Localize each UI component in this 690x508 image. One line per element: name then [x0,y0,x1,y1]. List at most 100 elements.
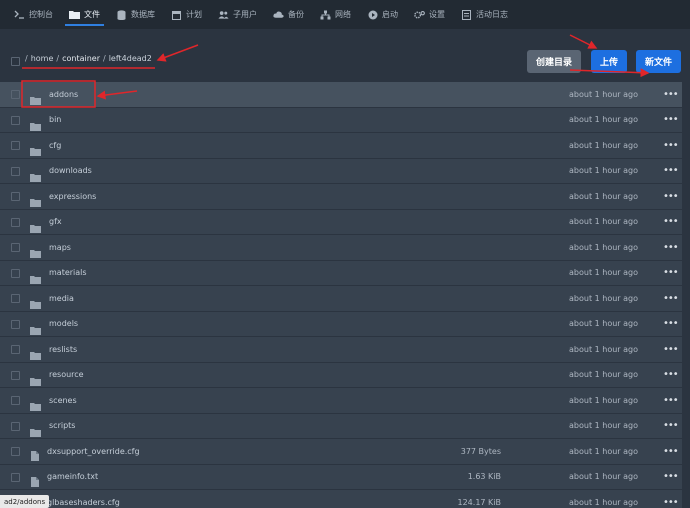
folder-icon [30,141,41,156]
file-name[interactable]: scenes [49,396,77,405]
file-row[interactable]: reslists about 1 hour ago ••• [0,337,682,363]
row-checkbox[interactable] [11,294,20,303]
more-options-icon[interactable]: ••• [663,471,679,482]
row-checkbox[interactable] [11,192,20,201]
more-options-icon[interactable]: ••• [663,140,679,151]
file-size: 1.63 KiB [467,472,501,482]
file-size: 377 Bytes [460,446,501,456]
file-name[interactable]: materials [49,268,87,277]
create-directory-button[interactable]: 创建目录 [527,50,581,73]
file-name[interactable]: expressions [49,192,96,201]
row-checkbox[interactable] [11,447,20,456]
tab-label: 控制台 [29,10,53,19]
row-checkbox[interactable] [11,268,20,278]
file-name[interactable]: dxsupport_override.cfg [47,447,140,456]
file-name[interactable]: scripts [49,421,75,430]
row-checkbox[interactable] [11,115,20,125]
file-row[interactable]: addons about 1 hour ago ••• [0,82,682,108]
breadcrumb-container[interactable]: container [62,54,100,63]
file-name[interactable]: cfg [49,141,61,150]
tab-database[interactable]: 数据库 [108,0,163,29]
new-file-button[interactable]: 新文件 [636,50,681,73]
row-checkbox[interactable] [11,421,20,431]
breadcrumb-sep: / [25,54,28,63]
more-options-icon[interactable]: ••• [663,446,679,457]
more-options-icon[interactable]: ••• [663,318,679,329]
row-checkbox[interactable] [11,319,20,329]
more-options-icon[interactable]: ••• [663,242,679,253]
file-row[interactable]: gameinfo.txt 1.63 KiB about 1 hour ago ••• [0,464,682,490]
file-row[interactable]: scripts about 1 hour ago ••• [0,413,682,439]
top-nav: 控制台 文件 数据库 计划 子用户 备份 网络 启动 设置 活动日志 [0,0,690,29]
file-modified: about 1 hour ago [569,89,638,99]
tab-gears[interactable]: 设置 [406,0,453,29]
file-row[interactable]: bin about 1 hour ago ••• [0,107,682,133]
folder-icon [30,192,41,207]
tab-label: 文件 [84,10,100,19]
file-row[interactable]: media about 1 hour ago ••• [0,286,682,312]
tab-play[interactable]: 启动 [359,0,406,29]
more-options-icon[interactable]: ••• [663,165,679,176]
file-row[interactable]: materials about 1 hour ago ••• [0,260,682,286]
database-icon [116,9,127,20]
file-row[interactable]: models about 1 hour ago ••• [0,311,682,337]
row-checkbox[interactable] [11,472,20,482]
file-row[interactable]: dxsupport_override.cfg 377 Bytes about 1 h… [0,439,682,465]
file-name[interactable]: gameinfo.txt [47,472,98,481]
row-checkbox[interactable] [11,370,20,380]
row-checkbox[interactable] [11,243,20,252]
more-options-icon[interactable]: ••• [663,216,679,227]
file-row[interactable]: resource about 1 hour ago ••• [0,362,682,388]
row-checkbox[interactable] [11,166,20,176]
file-row[interactable]: maps about 1 hour ago ••• [0,235,682,261]
more-options-icon[interactable]: ••• [663,344,679,355]
file-name[interactable]: models [49,319,78,328]
file-name[interactable]: maps [49,243,71,252]
file-name[interactable]: media [49,294,74,303]
tab-calendar[interactable]: 计划 [163,0,210,29]
tab-cloud[interactable]: 备份 [265,0,312,29]
tab-users[interactable]: 子用户 [210,0,265,29]
more-options-icon[interactable]: ••• [663,369,679,380]
row-checkbox[interactable] [11,90,20,99]
more-options-icon[interactable]: ••• [663,191,679,202]
file-row[interactable]: gfx about 1 hour ago ••• [0,209,682,235]
row-checkbox[interactable] [11,217,20,227]
row-checkbox[interactable] [11,141,20,150]
folder-icon [30,422,41,437]
file-name[interactable]: reslists [49,345,77,354]
file-name[interactable]: resource [49,370,84,379]
gears-icon [414,10,425,20]
file-row[interactable]: cfg about 1 hour ago ••• [0,133,682,159]
file-row[interactable]: downloads about 1 hour ago ••• [0,158,682,184]
file-row[interactable]: scenes about 1 hour ago ••• [0,388,682,414]
more-options-icon[interactable]: ••• [663,395,679,406]
file-name[interactable]: addons [49,90,78,99]
file-modified: about 1 hour ago [569,293,638,303]
file-modified: about 1 hour ago [569,140,638,150]
tab-network[interactable]: 网络 [312,0,359,29]
row-checkbox[interactable] [11,396,20,405]
file-modified: about 1 hour ago [569,166,638,176]
file-row[interactable]: expressions about 1 hour ago ••• [0,184,682,210]
more-options-icon[interactable]: ••• [663,267,679,278]
more-options-icon[interactable]: ••• [663,114,679,125]
file-name[interactable]: glbaseshaders.cfg [47,498,120,507]
breadcrumb-home[interactable]: home [31,54,54,63]
upload-button[interactable]: 上传 [591,50,627,73]
more-options-icon[interactable]: ••• [663,293,679,304]
file-modified: about 1 hour ago [569,472,638,482]
more-options-icon[interactable]: ••• [663,420,679,431]
select-all-checkbox[interactable] [11,57,20,66]
file-modified: about 1 hour ago [569,191,638,201]
tab-log[interactable]: 活动日志 [453,0,516,29]
file-name[interactable]: gfx [49,217,62,226]
file-row[interactable]: glbaseshaders.cfg 124.17 KiB about 1 hour … [0,490,682,508]
file-name[interactable]: downloads [49,166,92,175]
more-options-icon[interactable]: ••• [663,89,679,100]
file-name[interactable]: bin [49,115,61,124]
tab-terminal[interactable]: 控制台 [6,0,61,29]
tab-folder[interactable]: 文件 [61,0,108,29]
row-checkbox[interactable] [11,345,20,354]
more-options-icon[interactable]: ••• [663,497,679,508]
